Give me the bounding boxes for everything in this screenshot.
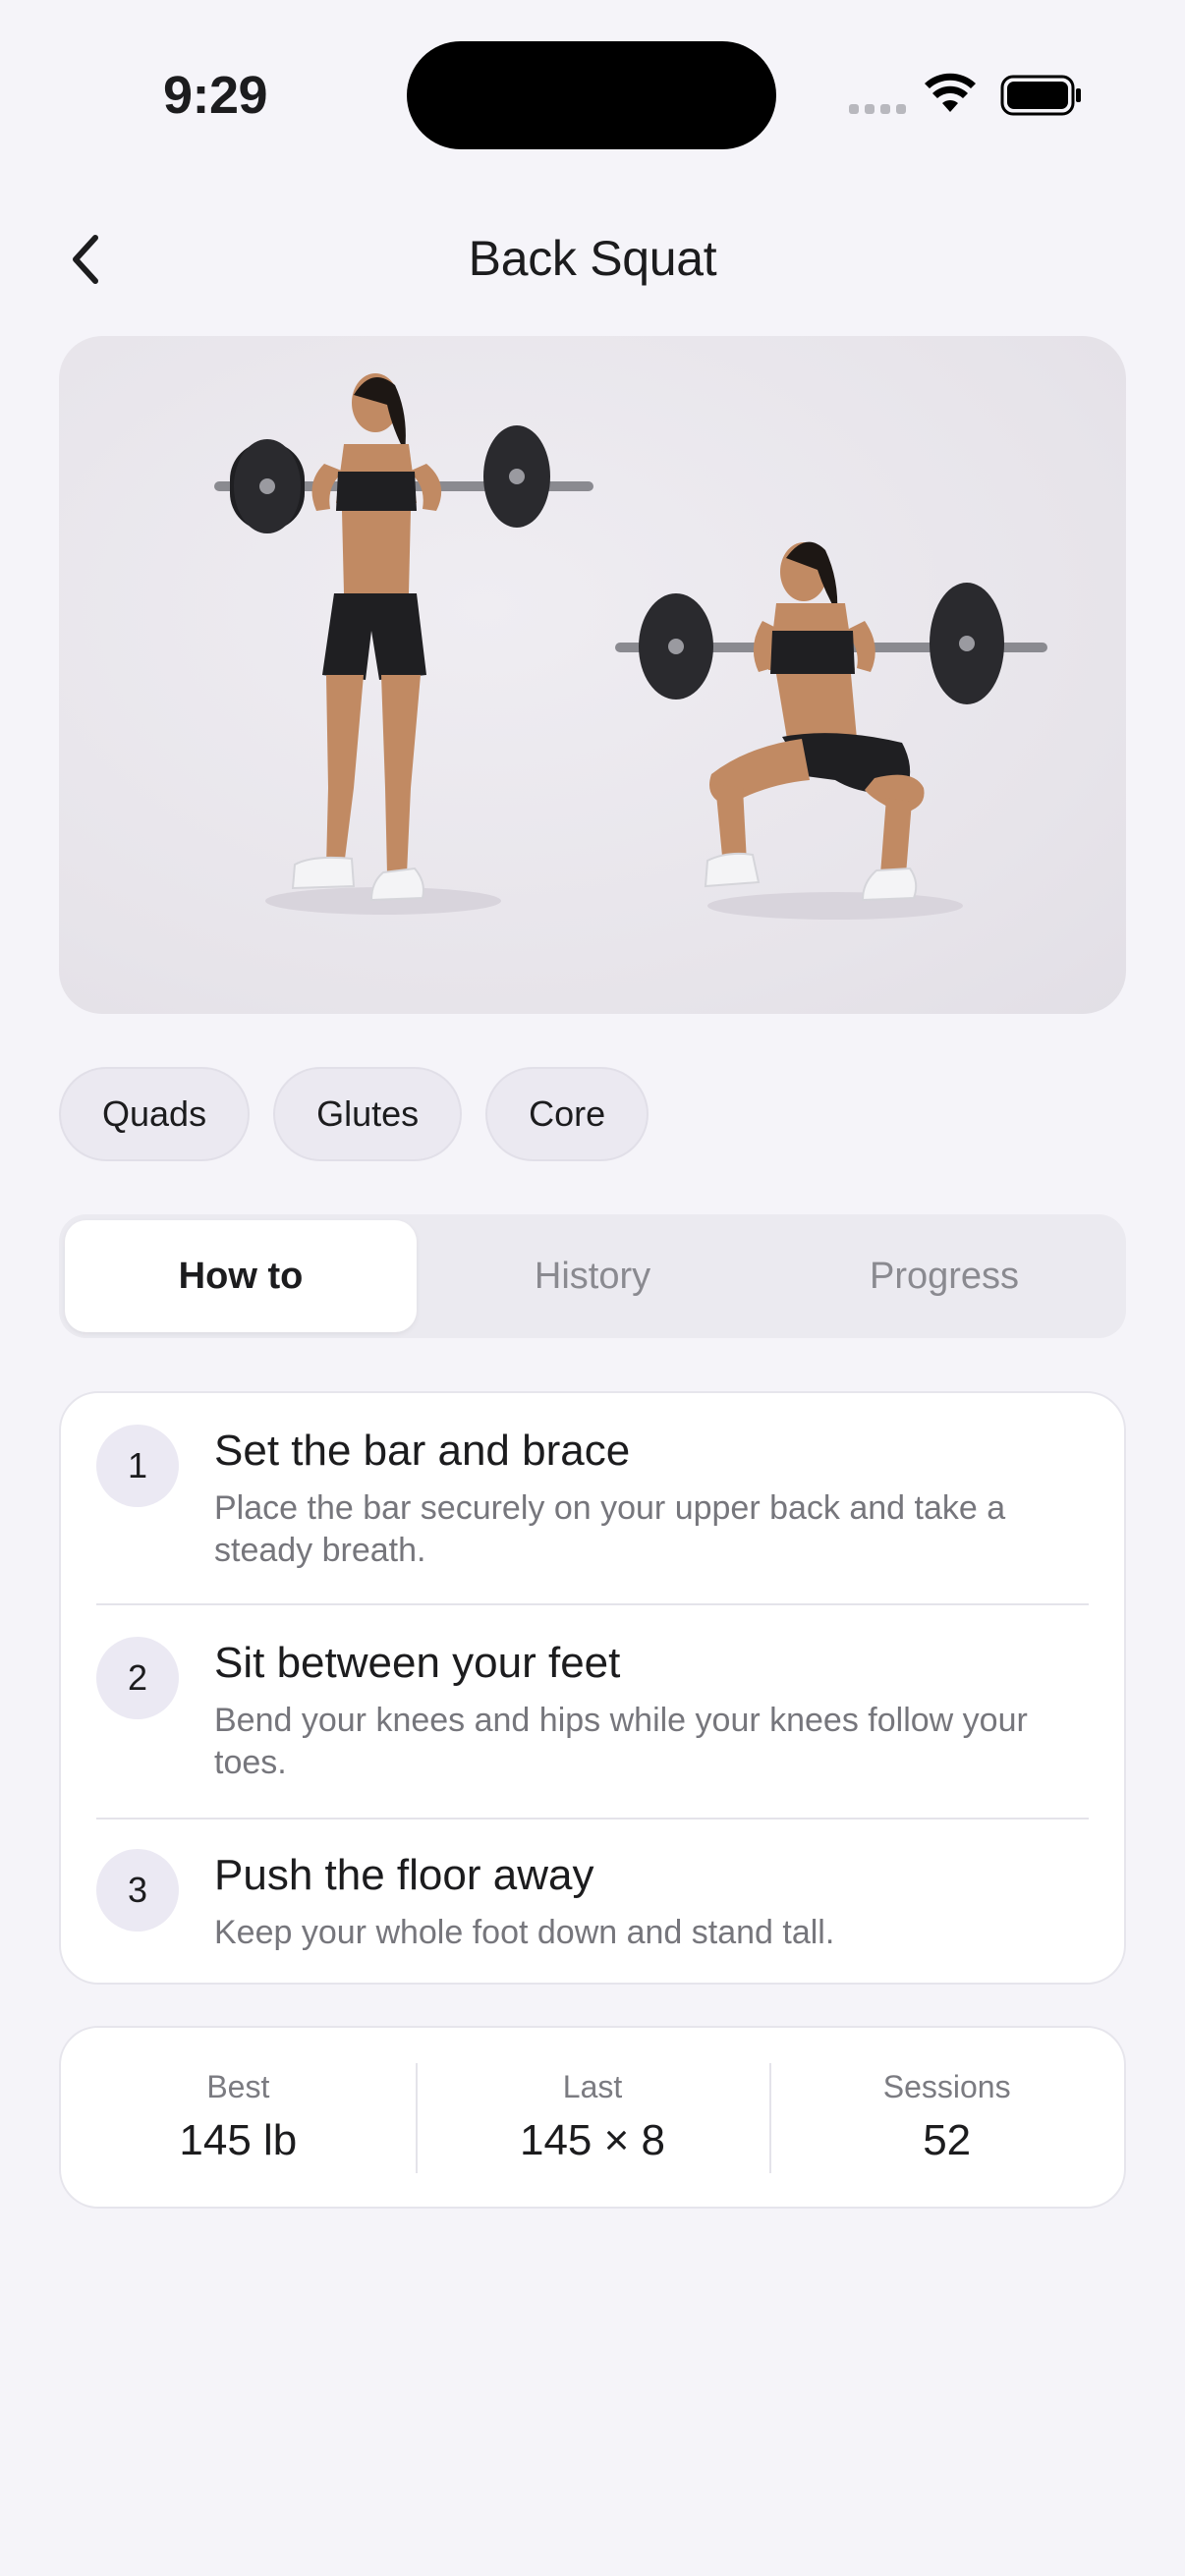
stat-last: Last 145 × 8 [415,2028,770,2207]
stat-value: 145 × 8 [519,2116,666,2164]
status-bar: 9:29 [0,0,1185,157]
stats-card: Best 145 lb Last 145 × 8 Sessions 52 [59,2026,1126,2209]
bottom-squat-figure [615,541,1047,902]
stat-value: 145 lb [179,2116,298,2164]
step-number: 3 [96,1849,179,1932]
tab-how-to[interactable]: How to [65,1220,417,1332]
page-title: Back Squat [468,231,717,286]
stat-label: Sessions [882,2069,1011,2104]
exercise-illustration [59,336,1126,1014]
instructions-card: 1 Set the bar and brace Place the bar se… [59,1391,1126,1985]
stat-label: Best [206,2069,270,2104]
stat-sessions: Sessions 52 [769,2028,1124,2207]
step-number: 2 [96,1637,179,1719]
navigation-bar: Back Squat [0,216,1185,305]
step-description: Place the bar securely on your upper bac… [214,1489,1006,1569]
tab-progress[interactable]: Progress [768,1220,1120,1332]
tab-history[interactable]: History [417,1220,768,1332]
cellular-signal-icon [849,104,906,114]
step-description: Keep your whole foot down and stand tall… [214,1914,835,1951]
tag-core[interactable]: Core [485,1067,649,1161]
status-time: 9:29 [163,66,268,125]
step-title: Push the floor away [214,1851,594,1899]
muscle-tags: Quads Glutes Core [59,1067,649,1161]
wifi-icon [925,73,976,112]
tag-quads[interactable]: Quads [59,1067,251,1161]
stat-label: Last [562,2069,623,2104]
step-number: 1 [96,1425,179,1507]
stat-best: Best 145 lb [61,2028,416,2207]
step-divider [96,1603,1089,1605]
battery-icon [1000,75,1081,116]
step-description: Bend your knees and hips while your knee… [214,1702,1028,1781]
segmented-control: How to History Progress [59,1214,1126,1338]
standing-squat-figure [214,373,593,902]
step-title: Set the bar and brace [214,1427,631,1475]
step-divider [96,1818,1089,1820]
tag-glutes[interactable]: Glutes [273,1067,463,1161]
step-title: Sit between your feet [214,1639,621,1687]
stat-value: 52 [923,2116,972,2164]
dynamic-island [407,41,776,149]
